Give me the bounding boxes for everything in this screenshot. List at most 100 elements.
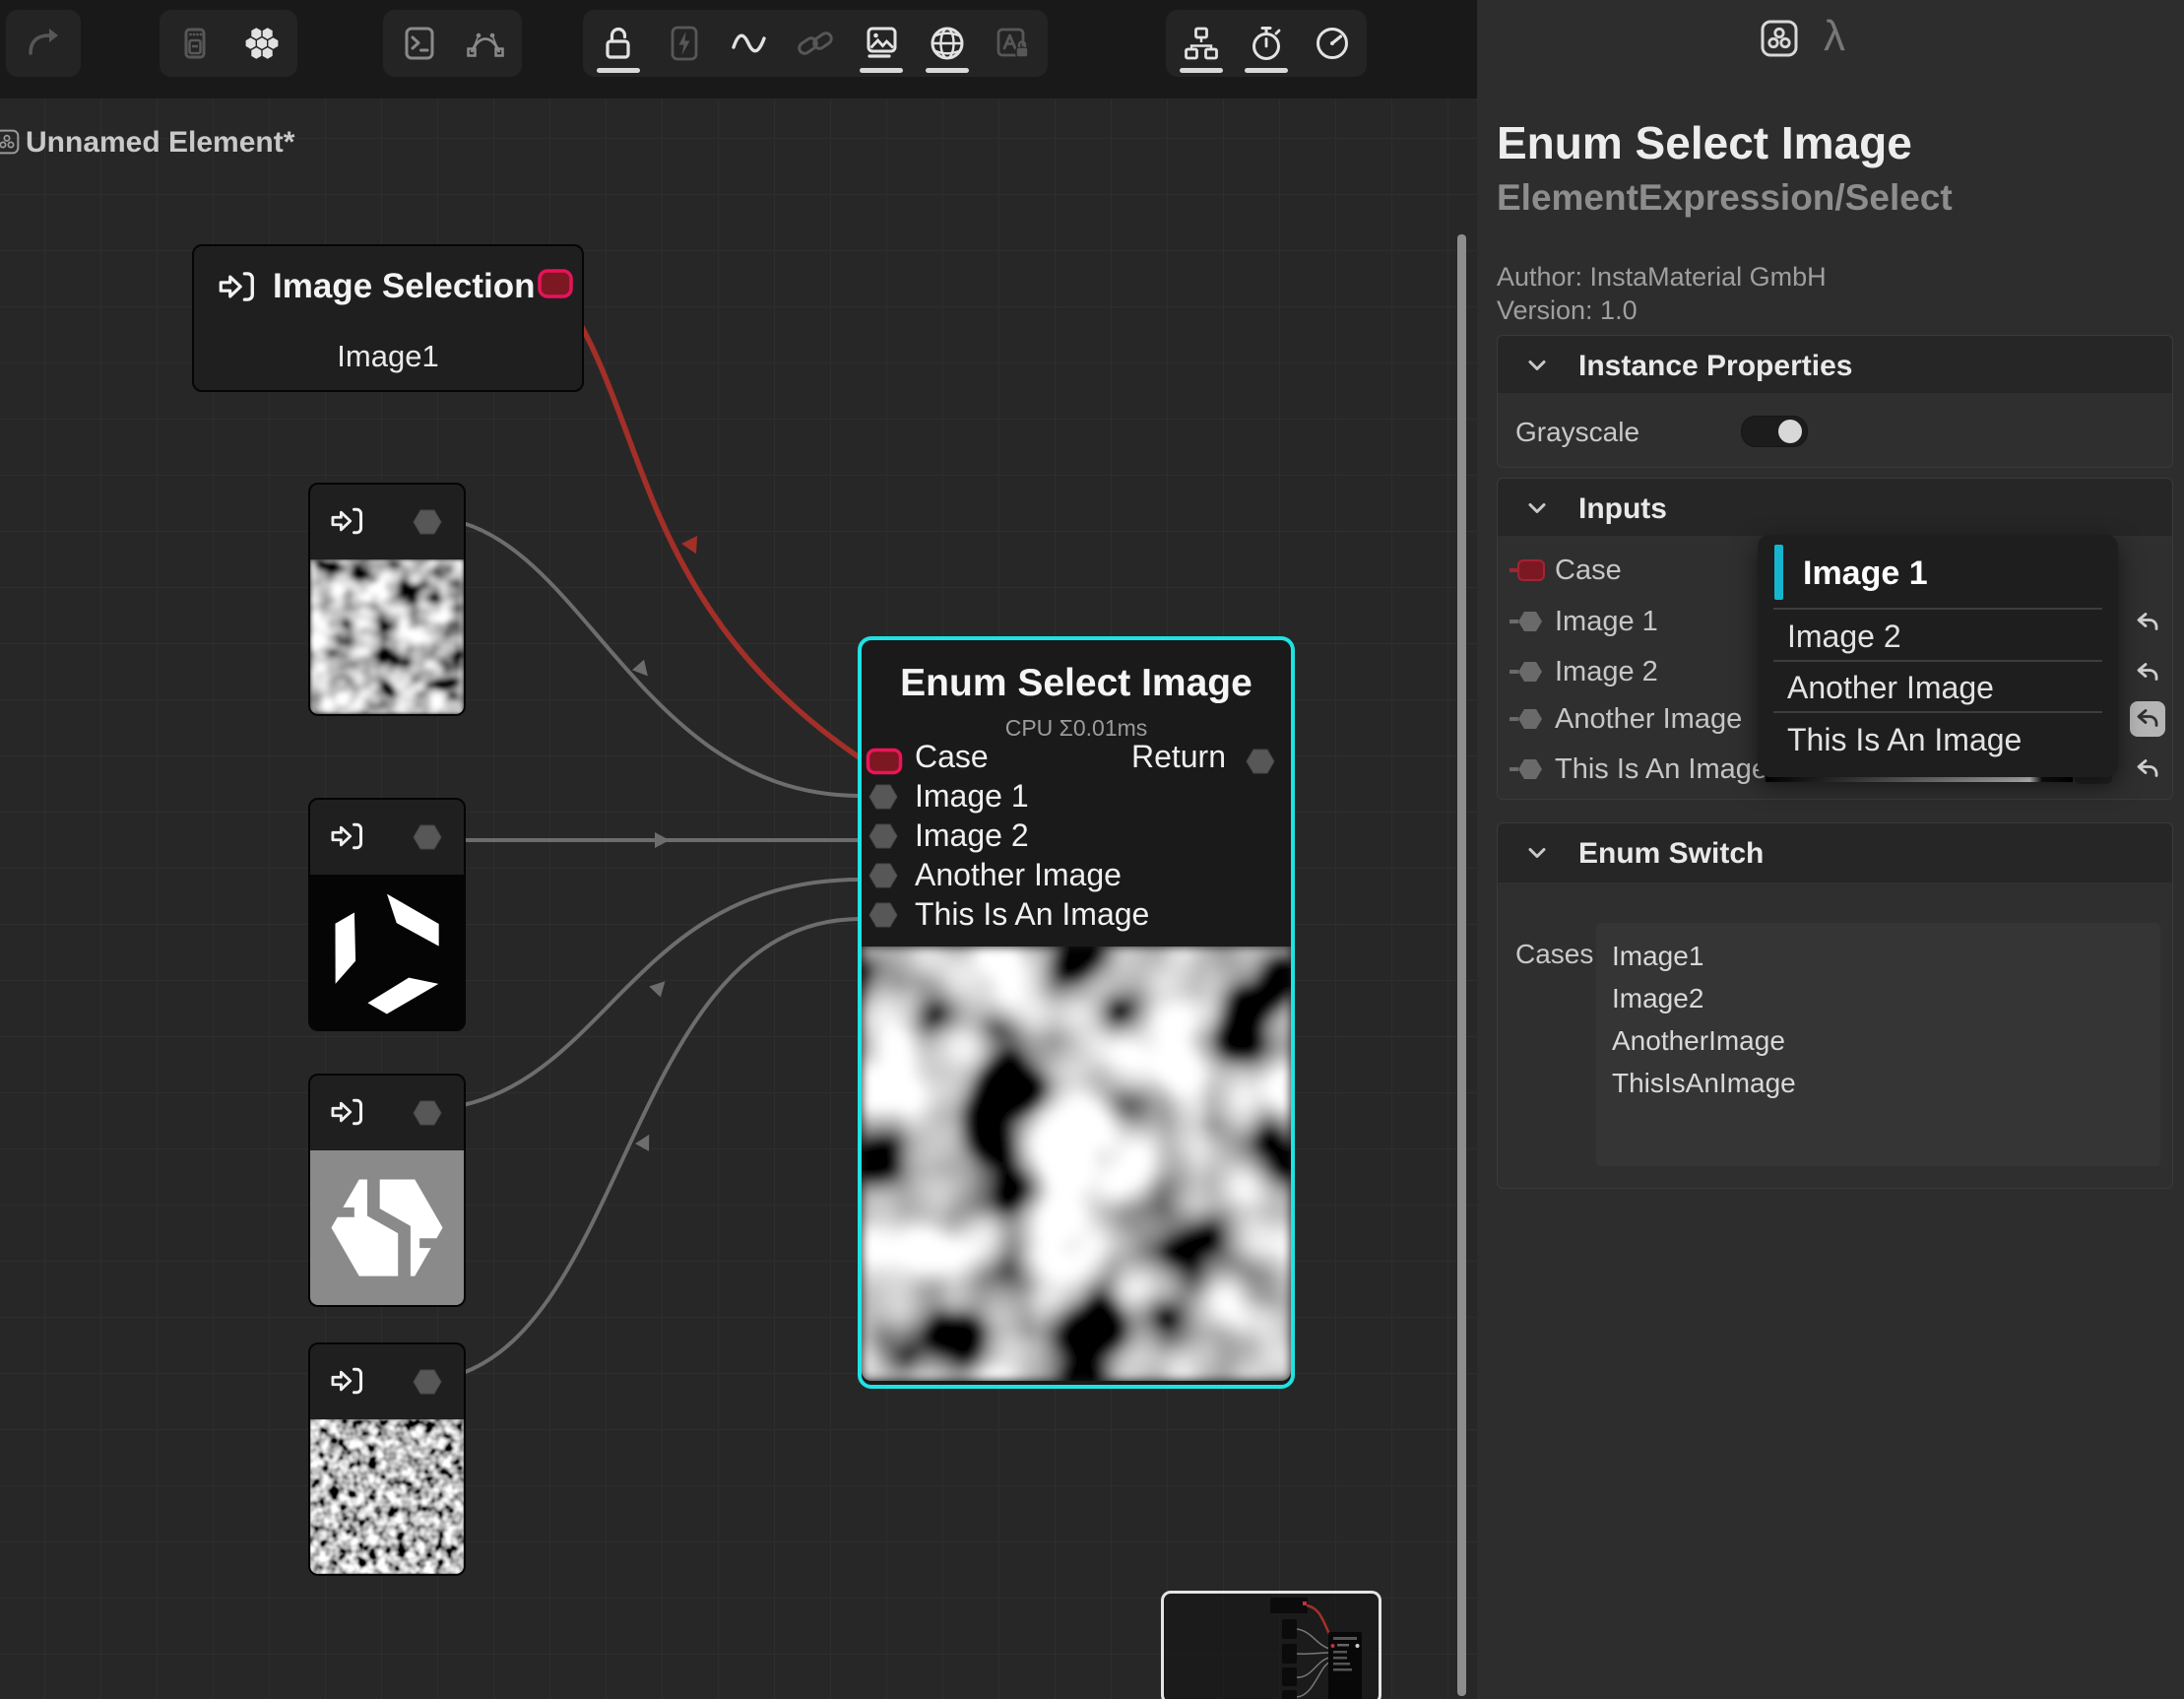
output-label-return: Return — [1108, 739, 1226, 775]
sine-icon[interactable] — [719, 12, 780, 75]
node-image-source-1[interactable] — [308, 483, 466, 716]
section-header[interactable]: Enum Switch — [1498, 823, 2172, 882]
hexagon-port-icon — [1510, 708, 1547, 735]
link-icon[interactable] — [785, 12, 846, 75]
output-port[interactable] — [413, 1369, 442, 1395]
input-row-case: Case — [1555, 555, 1622, 587]
hexagon-port-icon — [1510, 661, 1547, 687]
input-port-image1[interactable] — [868, 784, 898, 810]
input-row-another-image: Another Image — [1555, 703, 1742, 736]
texture-preview — [310, 1419, 464, 1574]
toolbar — [0, 0, 1477, 98]
hexagon-port-icon — [1510, 758, 1547, 785]
input-port-thisis-image[interactable] — [868, 902, 898, 928]
node-image-selection[interactable]: Image Selection Image1 — [192, 244, 584, 392]
section-header[interactable]: Inputs — [1498, 479, 2172, 536]
panel-author: Author: InstaMaterial GmbH — [1497, 262, 1827, 293]
texture-preview — [310, 1150, 464, 1305]
output-port[interactable] — [413, 1100, 442, 1126]
case-line: Image1 — [1612, 935, 2145, 977]
reset-image2-button[interactable] — [2130, 655, 2165, 690]
hierarchy-icon[interactable] — [1171, 12, 1232, 75]
section-label: Enum Switch — [1578, 837, 1764, 871]
bezier-icon[interactable] — [455, 12, 516, 75]
import-icon — [328, 1366, 365, 1401]
reset-another-image-button[interactable] — [2130, 701, 2165, 737]
element-icon — [0, 128, 21, 161]
import-icon — [328, 506, 365, 541]
import-icon — [216, 270, 257, 308]
input-row-image2: Image 2 — [1555, 656, 1658, 688]
toggle-knob — [1778, 420, 1802, 443]
dropdown-item-image1[interactable]: Image 1 — [1803, 555, 1928, 593]
case-line: ThisIsAnImage — [1612, 1062, 2145, 1104]
reset-thisis-image-button[interactable] — [2130, 751, 2165, 787]
input-label-another-image: Another Image — [915, 857, 1122, 893]
input-label-image2: Image 2 — [915, 817, 1029, 854]
globe-icon[interactable] — [917, 12, 978, 75]
properties-panel: λ Enum Select Image ElementExpression/Se… — [1477, 0, 2184, 1699]
lightning-icon[interactable] — [654, 12, 715, 75]
element-title: Unnamed Element* — [26, 126, 294, 160]
unlock-icon[interactable] — [588, 12, 649, 75]
chevron-down-icon — [1527, 359, 1547, 372]
hex-cluster-icon[interactable] — [231, 12, 292, 75]
redo-icon[interactable] — [13, 12, 74, 75]
section-enum-switch: Enum Switch Cases Image1 Image2 AnotherI… — [1497, 822, 2173, 1189]
output-port[interactable] — [413, 824, 442, 850]
panel-version: Version: 1.0 — [1497, 295, 1638, 326]
image-icon[interactable] — [851, 12, 912, 75]
input-port-case[interactable] — [866, 748, 903, 780]
node-image-source-3[interactable] — [308, 1074, 466, 1307]
app-window: Unnamed Element* Image Selection Image1 — [0, 0, 2184, 1699]
text-image-lock-icon[interactable] — [982, 12, 1043, 75]
material-tab-icon[interactable] — [1759, 18, 1800, 64]
minimap[interactable] — [1161, 1591, 1381, 1699]
grayscale-toggle[interactable] — [1741, 416, 1808, 447]
gauge-icon[interactable] — [1302, 12, 1363, 75]
section-header[interactable]: Instance Properties — [1498, 336, 2172, 393]
reset-image1-button[interactable] — [2130, 605, 2165, 640]
toolbar-group-script — [383, 10, 522, 77]
chevron-down-icon — [1527, 501, 1547, 515]
dropdown-item-image2[interactable]: Image 2 — [1787, 619, 1901, 655]
import-icon — [328, 1097, 365, 1132]
texture-preview — [310, 875, 464, 1029]
toolbar-group-views — [1166, 10, 1367, 77]
input-label-thisis-image: This Is An Image — [915, 896, 1149, 933]
panel-title: Enum Select Image — [1497, 116, 1912, 169]
node-image-source-2[interactable] — [308, 798, 466, 1031]
chevron-down-icon — [1527, 846, 1547, 860]
canvas-scrollbar[interactable] — [1457, 234, 1466, 1696]
dropdown-item-thisis-image[interactable]: This Is An Image — [1787, 722, 2022, 758]
device-icon[interactable] — [164, 12, 225, 75]
input-port-another-image[interactable] — [868, 863, 898, 888]
case-line: Image2 — [1612, 977, 2145, 1019]
lambda-tab-icon[interactable]: λ — [1824, 12, 1845, 61]
cases-label: Cases — [1515, 939, 1593, 970]
case-port-icon — [1510, 558, 1547, 587]
panel-subtitle: ElementExpression/Select — [1497, 177, 1953, 219]
selected-item-accent-bar — [1774, 545, 1783, 600]
node-enum-select-image[interactable]: Enum Select Image CPU Σ0.01ms Case Image… — [858, 636, 1295, 1389]
stopwatch-icon[interactable] — [1236, 12, 1297, 75]
section-label: Inputs — [1578, 492, 1667, 526]
output-port[interactable] — [413, 509, 442, 535]
cases-textarea[interactable]: Image1 Image2 AnotherImage ThisIsAnImage — [1596, 923, 2160, 1166]
texture-preview — [862, 947, 1291, 1381]
output-port-return[interactable] — [1246, 749, 1275, 774]
node-image-source-4[interactable] — [308, 1342, 466, 1576]
texture-preview — [310, 559, 464, 714]
input-port-image2[interactable] — [868, 823, 898, 849]
input-label-case: Case — [915, 739, 989, 775]
input-label-image1: Image 1 — [915, 778, 1029, 815]
hexagon-port-icon — [1510, 611, 1547, 637]
grayscale-label: Grayscale — [1515, 417, 1639, 448]
section-instance-properties: Instance Properties Grayscale — [1497, 335, 2173, 468]
dropdown-separator — [1773, 711, 2102, 713]
dropdown-item-another-image[interactable]: Another Image — [1787, 670, 1994, 706]
node-title: Enum Select Image — [862, 662, 1291, 705]
terminal-icon[interactable] — [389, 12, 450, 75]
enum-output-port[interactable] — [537, 268, 574, 304]
dropdown-separator — [1773, 608, 2102, 610]
